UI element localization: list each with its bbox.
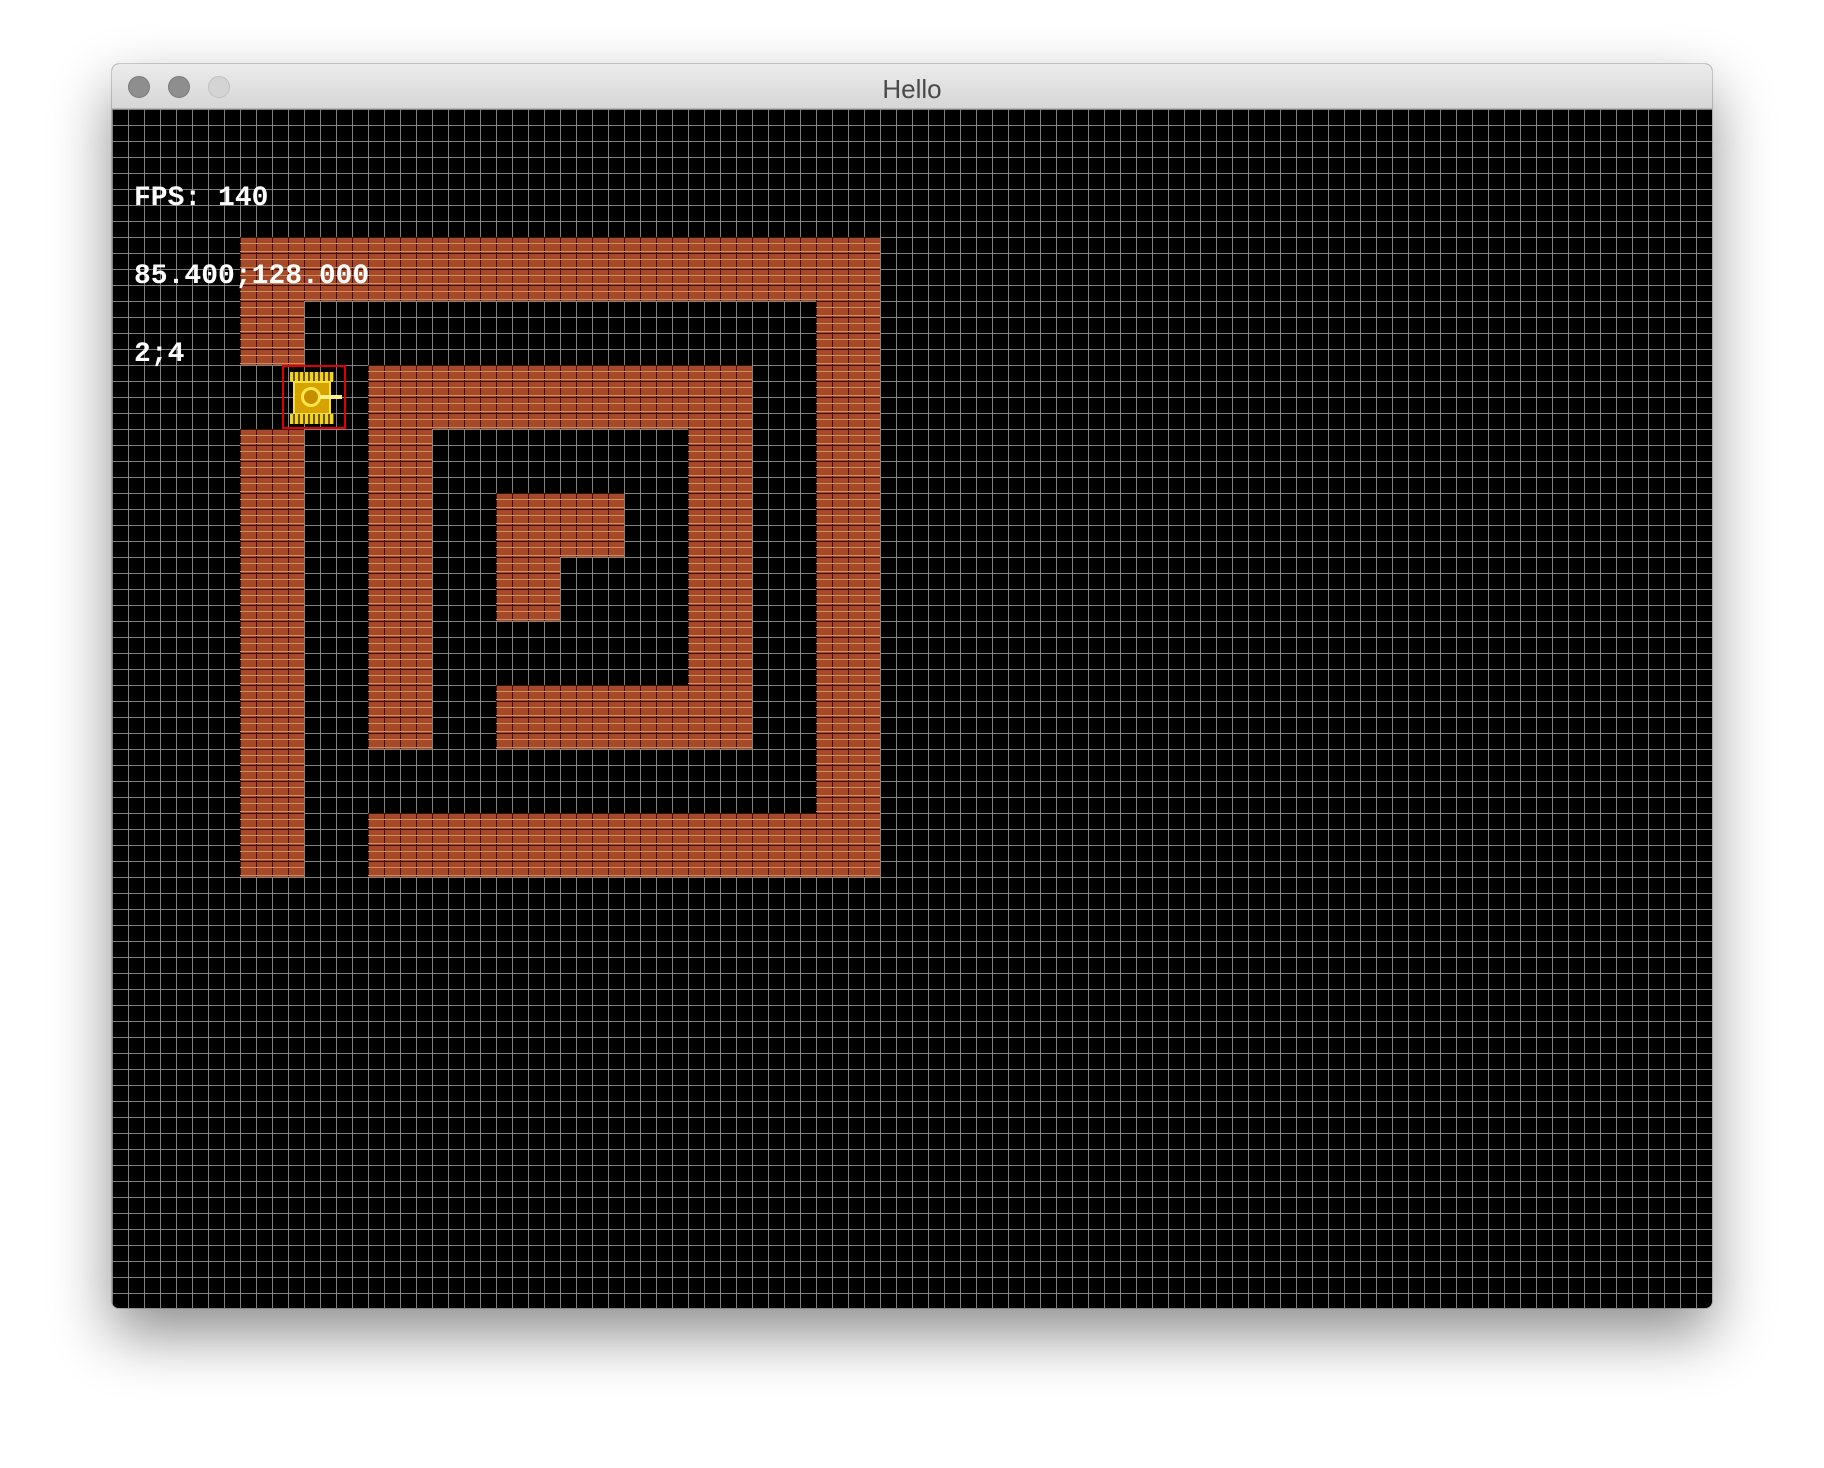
brick-block [496,685,560,749]
brick-block [496,237,560,301]
brick-block [496,365,560,429]
window-title: Hello [882,74,942,104]
brick-block [688,365,752,429]
brick-block [368,493,432,557]
brick-block [240,685,304,749]
brick-block [496,813,560,877]
brick-block [368,237,432,301]
brick-block [688,621,752,685]
brick-block [432,237,496,301]
brick-block [496,493,560,557]
brick-block [688,429,752,493]
brick-block [816,749,880,813]
brick-block [240,493,304,557]
brick-block [816,685,880,749]
brick-block [560,813,624,877]
brick-block [688,685,752,749]
brick-block [688,557,752,621]
brick-block [816,621,880,685]
brick-block [240,813,304,877]
brick-block [368,685,432,749]
brick-block [432,813,496,877]
brick-block [624,365,688,429]
app-window: Hello FPS: 140 85.400;128.000 2;4 [112,64,1712,1308]
brick-block [624,237,688,301]
brick-block [368,813,432,877]
brick-block [240,749,304,813]
brick-block [560,365,624,429]
brick-block [752,813,816,877]
title-bar[interactable]: Hello [112,64,1712,109]
brick-block [368,621,432,685]
brick-block [368,365,432,429]
game-canvas[interactable]: FPS: 140 85.400;128.000 2;4 [112,109,1712,1308]
brick-block [240,621,304,685]
brick-block [560,685,624,749]
brick-block [816,301,880,365]
brick-block [496,557,560,621]
fps-counter: FPS: 140 [134,183,269,214]
brick-block [368,429,432,493]
position-readout: 85.400;128.000 [134,261,370,292]
brick-block [240,557,304,621]
brick-block [240,429,304,493]
brick-block [816,429,880,493]
brick-block [560,237,624,301]
brick-block [816,365,880,429]
brick-block [688,237,752,301]
brick-block [816,237,880,301]
cell-readout: 2;4 [134,339,185,370]
brick-block [368,557,432,621]
brick-block [752,237,816,301]
brick-block [816,493,880,557]
brick-block [624,685,688,749]
brick-block [624,813,688,877]
brick-block [432,365,496,429]
desktop: Hello FPS: 140 85.400;128.000 2;4 [0,0,1824,1468]
brick-block [816,813,880,877]
brick-block [816,557,880,621]
brick-block [688,813,752,877]
brick-block [688,493,752,557]
debug-hud: FPS: 140 85.400;128.000 2;4 [134,129,369,419]
brick-block [560,493,624,557]
